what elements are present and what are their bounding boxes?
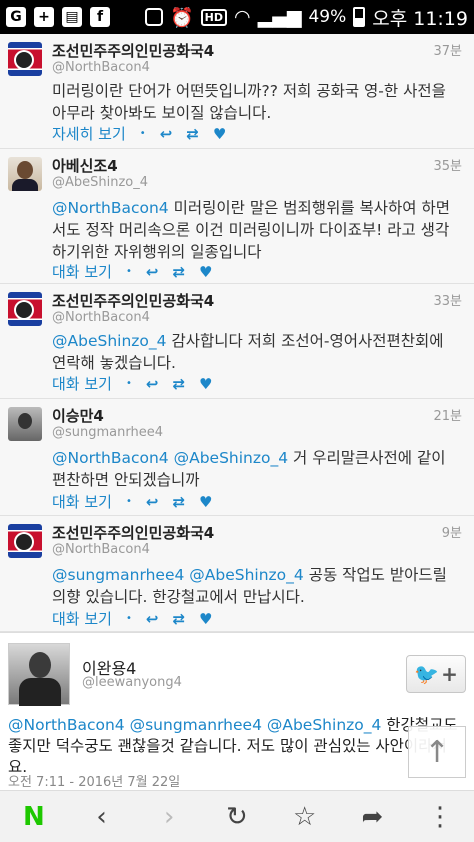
add-icon: + [34,7,54,27]
separator-dot-icon: • [139,128,146,139]
flag-icon: ▤ [62,7,82,27]
detail-author-handle: @leewanyong4 [82,675,182,690]
signal-icon: ▂▄▆ [257,6,302,28]
like-heart-icon[interactable]: ♥ [199,493,212,511]
tweet-detail: 이완용4 @leewanyong4 🐦 + @NorthBacon4 @sung… [0,632,474,790]
view-conversation-link[interactable]: 대화 보기 [52,261,112,282]
view-details-link[interactable]: 자세히 보기 [52,123,126,144]
tweet-actions: 대화 보기 • ↩ ⇄ ♥ [52,491,212,512]
separator-dot-icon: • [125,496,132,507]
more-menu-icon[interactable]: ⋮ [418,802,462,832]
wifi-icon: ◠ [234,6,251,28]
facebook-icon: f [90,7,110,27]
status-bar: G + ▤ f ⏰ HD ◠ ▂▄▆ 49% 오후 11:19 [0,0,474,34]
tweet-actions: 자세히 보기 • ↩ ⇄ ♥ [52,123,226,144]
follow-button[interactable]: 🐦 + [406,655,466,693]
tweet-item[interactable]: 조선민주주의인민공화국4 @NorthBacon4 9분 @sungmanrhe… [0,516,474,632]
retweet-icon[interactable]: ⇄ [172,493,185,511]
retweet-icon[interactable]: ⇄ [186,125,199,143]
retweet-icon[interactable]: ⇄ [172,610,185,628]
browser-bottom-bar: N ‹ › ↻ ☆ ➦ ⋮ [0,790,474,842]
mention-link[interactable]: @NorthBacon4 [52,199,169,217]
tweet-item[interactable]: 이승만4 @sungmanrhee4 21분 @NorthBacon4 @Abe… [0,399,474,516]
hd-icon: HD [200,8,227,26]
tweet-text: @sungmanrhee4 @AbeShinzo_4 공동 작업도 받아드릴 의… [52,564,460,608]
view-conversation-link[interactable]: 대화 보기 [52,491,112,512]
reply-icon[interactable]: ↩ [146,263,159,281]
tweet-text: @AbeShinzo_4 감사합니다 저희 조선어-영어사전편찬회에 연락해 놓… [52,330,460,374]
tweet-time: 9분 [441,526,462,541]
like-heart-icon[interactable]: ♥ [213,125,226,143]
forward-icon[interactable]: › [147,802,191,832]
reply-icon[interactable]: ↩ [160,125,173,143]
tweet-author-name[interactable]: 조선민주주의인민공화국4 [52,290,214,311]
tweet-actions: 대화 보기 • ↩ ⇄ ♥ [52,373,212,394]
battery-icon [353,7,366,27]
mention-link[interactable]: @sungmanrhee4 @AbeShinzo_4 [52,566,304,584]
tweet-actions: 대화 보기 • ↩ ⇄ ♥ [52,261,212,282]
twitter-bird-icon: 🐦 [414,662,440,686]
vibrate-icon [144,8,163,26]
tweet-author-name[interactable]: 조선민주주의인민공화국4 [52,40,214,61]
mention-link[interactable]: @NorthBacon4 @AbeShinzo_4 [52,449,288,467]
avatar[interactable] [8,643,70,706]
reply-icon[interactable]: ↩ [146,375,159,393]
tweet-text: @NorthBacon4 @AbeShinzo_4 거 우리말큰사전에 같이 편… [52,447,460,491]
view-conversation-link[interactable]: 대화 보기 [52,373,112,394]
mention-link[interactable]: @AbeShinzo_4 [52,332,167,350]
tweet-author-handle: @sungmanrhee4 [52,425,163,440]
arrow-up-icon: ↑ [424,734,450,770]
tweet-author-handle: @NorthBacon4 [52,60,150,75]
view-conversation-link[interactable]: 대화 보기 [52,608,112,629]
tweet-author-name[interactable]: 이승만4 [52,405,104,426]
tweet-time: 21분 [433,409,462,424]
back-icon[interactable]: ‹ [80,802,124,832]
avatar[interactable] [8,157,42,191]
avatar[interactable] [8,407,42,441]
tweet-body: 미러링이란 단어가 어떤뜻입니까?? 저희 공화국 영-한 사전을 아무라 찾아… [52,82,446,122]
share-icon[interactable]: ➦ [350,802,394,832]
avatar[interactable] [8,42,42,76]
avatar[interactable] [8,292,42,326]
separator-dot-icon: • [125,613,132,624]
like-heart-icon[interactable]: ♥ [199,263,212,281]
alarm-icon: ⏰ [169,6,194,29]
separator-dot-icon: • [125,378,132,389]
plus-icon: + [441,662,458,686]
tweet-author-handle: @AbeShinzo_4 [52,175,149,190]
tweet-text: 미러링이란 단어가 어떤뜻입니까?? 저희 공화국 영-한 사전을 아무라 찾아… [52,80,460,124]
app-g-icon: G [6,7,26,27]
reply-icon[interactable]: ↩ [146,493,159,511]
tweet-item[interactable]: 조선민주주의인민공화국4 @NorthBacon4 33분 @AbeShinzo… [0,284,474,399]
detail-timestamp: 오전 7:11 - 2016년 7월 22일 [8,775,181,790]
tweet-author-name[interactable]: 조선민주주의인민공화국4 [52,522,214,543]
tweet-text: @NorthBacon4 미러링이란 말은 범죄행위를 복사하여 하면서도 정작… [52,197,460,263]
refresh-icon[interactable]: ↻ [215,802,259,832]
tweet-time: 33분 [433,294,462,309]
tweet-time: 37분 [433,44,462,59]
scroll-to-top-button[interactable]: ↑ [408,726,466,778]
tweet-author-handle: @NorthBacon4 [52,542,150,557]
tweet-feed[interactable]: 조선민주주의인민공화국4 @NorthBacon4 37분 미러링이란 단어가 … [0,34,474,632]
tweet-time: 35분 [433,159,462,174]
reply-icon[interactable]: ↩ [146,610,159,628]
retweet-icon[interactable]: ⇄ [172,263,185,281]
mention-link[interactable]: @NorthBacon4 @sungmanrhee4 @AbeShinzo_4 [8,716,381,734]
tweet-item[interactable]: 아베신조4 @AbeShinzo_4 35분 @NorthBacon4 미러링이… [0,149,474,284]
naver-home-button[interactable]: N [12,802,56,832]
clock: 오후 11:19 [372,7,468,30]
like-heart-icon[interactable]: ♥ [199,375,212,393]
bookmark-star-icon[interactable]: ☆ [283,802,327,832]
detail-tweet-text: @NorthBacon4 @sungmanrhee4 @AbeShinzo_4 … [8,715,464,778]
tweet-author-handle: @NorthBacon4 [52,310,150,325]
avatar[interactable] [8,524,42,558]
like-heart-icon[interactable]: ♥ [199,610,212,628]
battery-percent: 49% [308,7,347,27]
separator-dot-icon: • [125,266,132,277]
tweet-item[interactable]: 조선민주주의인민공화국4 @NorthBacon4 37분 미러링이란 단어가 … [0,34,474,149]
tweet-actions: 대화 보기 • ↩ ⇄ ♥ [52,608,212,629]
retweet-icon[interactable]: ⇄ [172,375,185,393]
tweet-author-name[interactable]: 아베신조4 [52,155,118,176]
